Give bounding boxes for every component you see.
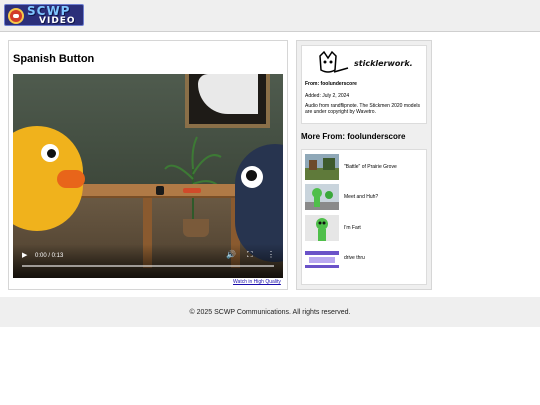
list-item-label[interactable]: Meet and Huh? (344, 194, 378, 200)
video-description: Audio from randflipnote. The Stickmen 20… (305, 103, 420, 115)
video-controls (13, 244, 283, 278)
video-thumbnail[interactable] (305, 245, 339, 271)
video-thumbnail[interactable] (305, 215, 339, 241)
volume-icon[interactable]: 🔊 (226, 251, 236, 259)
author-logo-text: sticklerwork.xyz (354, 59, 412, 68)
added-date: Added: July 2, 2024 (305, 93, 350, 99)
more-options-icon[interactable]: ⋮ (267, 251, 275, 259)
copyright-text: © 2025 SCWP Communications. All rights r… (189, 309, 351, 316)
high-quality-link[interactable]: Watch in High Quality (233, 279, 281, 285)
author-logo: sticklerwork.xyz (319, 50, 412, 73)
list-item-label[interactable]: "Battle" of Prairie Grove (344, 164, 397, 170)
mascot-icon (8, 8, 24, 24)
list-item[interactable]: drive thru (305, 245, 425, 271)
logo-text-top: SCWP (27, 4, 71, 18)
video-thumbnail[interactable] (305, 184, 339, 210)
character-pupil (47, 149, 56, 158)
play-icon[interactable]: ▶ (22, 252, 27, 260)
author-name: From: foolunderscore (305, 81, 357, 87)
small-object (156, 186, 164, 195)
video-thumbnail[interactable] (305, 154, 339, 180)
character-pupil (246, 170, 257, 181)
red-button-object (183, 188, 201, 193)
plant-illustration (164, 136, 222, 219)
list-item[interactable]: Meet and Huh? (305, 184, 425, 210)
list-item[interactable]: I'm Fart (305, 215, 425, 241)
site-logo[interactable]: SCWP VIDEO (4, 4, 84, 26)
list-item-label[interactable]: drive thru (344, 255, 365, 261)
video-title: Spanish Button (13, 53, 95, 65)
character-beak (57, 170, 85, 188)
logo-text-bottom: VIDEO (39, 16, 76, 26)
video-player[interactable]: ▶ 0:00 / 0:13 🔊 ⛶ ⋮ (13, 74, 283, 278)
more-from-heading: More From: foolunderscore (301, 132, 406, 141)
fullscreen-icon[interactable]: ⛶ (247, 251, 253, 259)
progress-bar[interactable] (22, 265, 274, 267)
plant-pot (183, 219, 209, 237)
list-item-label[interactable]: I'm Fart (344, 225, 361, 231)
video-time: 0:00 / 0:13 (35, 253, 64, 259)
list-item[interactable]: "Battle" of Prairie Grove (305, 154, 425, 180)
